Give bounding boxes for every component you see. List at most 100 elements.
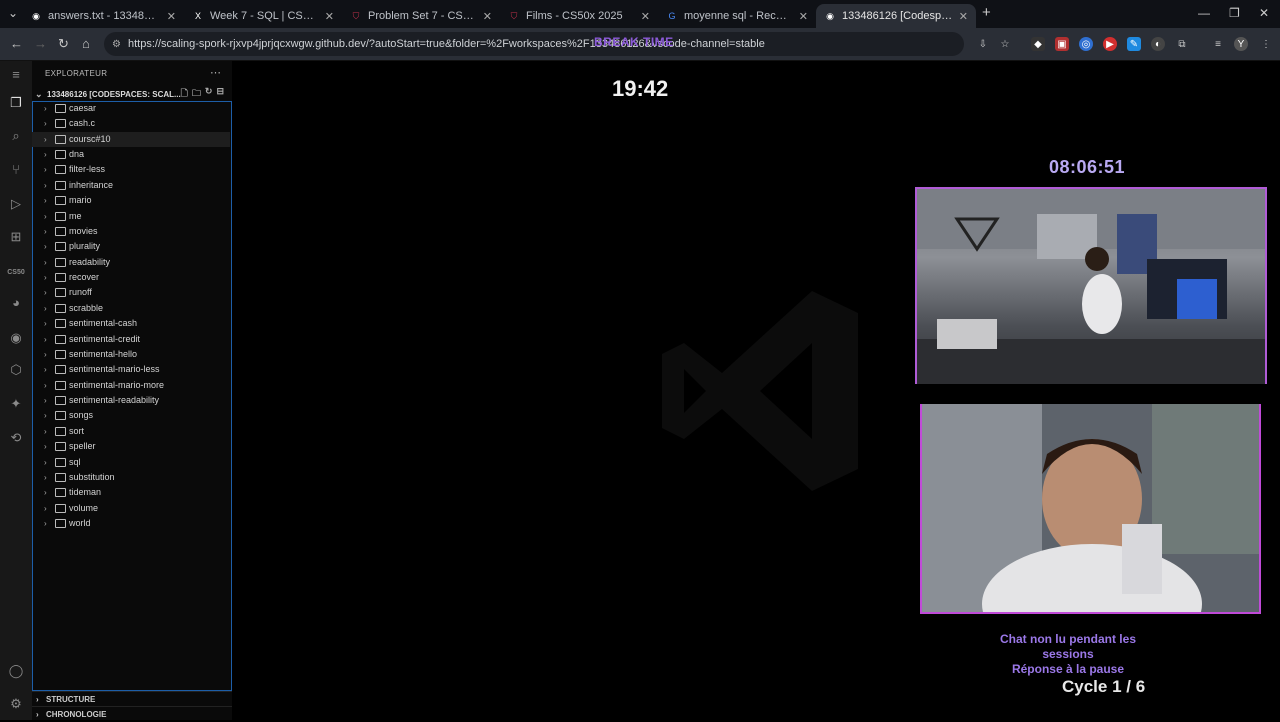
new-folder-icon[interactable]: 🗀 <box>192 86 201 102</box>
extensions-icon[interactable]: ⊞ <box>7 228 25 246</box>
folder-row[interactable]: › speller <box>32 439 230 454</box>
folder-name: caesar <box>69 103 97 113</box>
chevron-right-icon: › <box>44 211 47 221</box>
settings-gear-icon[interactable]: ⚙ <box>7 695 25 713</box>
menu-dots-icon[interactable]: ⋮ <box>1259 37 1273 51</box>
reload-icon[interactable]: ↻ <box>58 36 69 52</box>
folder-row[interactable]: › sentimental-credit <box>32 332 230 347</box>
folder-row[interactable]: › cash.c <box>32 116 230 131</box>
explorer-icon[interactable]: ❐ <box>7 94 25 112</box>
chevron-right-icon: › <box>44 503 47 513</box>
folder-row[interactable]: › movies <box>32 224 230 239</box>
folder-row[interactable]: › mario <box>32 193 230 208</box>
folder-name: dna <box>69 149 85 160</box>
new-file-icon[interactable]: 🗋 <box>181 86 188 102</box>
folder-row[interactable]: › sql <box>32 455 230 470</box>
extensions-puzzle-icon[interactable]: ⧉ <box>1175 37 1189 51</box>
close-tab-icon[interactable]: ✕ <box>483 10 492 23</box>
outline-section[interactable]: › STRUCTURE <box>32 691 232 707</box>
account-icon[interactable]: ◯ <box>7 662 25 680</box>
bookmark-star-icon[interactable]: ☆ <box>998 37 1012 51</box>
tab-google[interactable]: G moyenne sql - Recherche Google ✕ <box>658 4 816 28</box>
folder-row[interactable]: › sentimental-cash <box>32 316 230 331</box>
extension-icon[interactable]: ◆ <box>1031 37 1045 51</box>
more-actions-icon[interactable]: ⋯ <box>210 66 221 79</box>
tab-codespace-active[interactable]: ◉ 133486126 [Codespaces: scaling...] ✕ <box>816 4 976 28</box>
cs50-icon[interactable]: CS50 <box>7 264 25 282</box>
chevron-right-icon: › <box>36 695 39 704</box>
tab-films[interactable]: ⛉ Films - CS50x 2025 ✕ <box>500 4 658 28</box>
folder-row[interactable]: › substitution <box>32 470 230 485</box>
minimize-icon[interactable]: — <box>1198 6 1210 20</box>
google-icon: G <box>668 11 676 21</box>
folder-row[interactable]: › sort <box>32 424 230 439</box>
run-debug-icon[interactable]: ▷ <box>7 195 25 213</box>
folder-row[interactable]: › songs <box>32 408 230 423</box>
close-tab-icon[interactable]: ✕ <box>959 10 968 23</box>
restore-icon[interactable]: ❐ <box>1229 6 1240 20</box>
home-icon[interactable]: ⌂ <box>82 36 90 51</box>
folder-row[interactable]: › coursc#10 <box>32 131 230 147</box>
url-field[interactable]: ⚙ https://scaling-spork-rjxvp4jprjqcxwgw… <box>104 32 964 56</box>
site-info-icon[interactable]: ⚙ <box>112 39 121 50</box>
break-time-label: BREAK TIME <box>594 35 674 49</box>
folder-row[interactable]: › caesar <box>32 101 230 116</box>
folder-row[interactable]: › recover <box>32 270 230 285</box>
chevron-right-icon: › <box>44 242 47 252</box>
python-icon[interactable]: ✦ <box>7 395 25 413</box>
refresh-icon[interactable]: ↻ <box>205 86 213 102</box>
tab-week7[interactable]: X Week 7 - SQL | CS50x 2025 ? | ... ✕ <box>184 4 342 28</box>
forward-icon[interactable]: → <box>34 36 47 51</box>
folder-row[interactable]: › filter-less <box>32 162 230 177</box>
folder-icon <box>55 442 66 452</box>
extension-icon[interactable]: ✎ <box>1127 37 1141 51</box>
search-icon[interactable]: ⌕ <box>7 127 25 145</box>
folder-row[interactable]: › sentimental-readability <box>32 393 230 408</box>
containers-icon[interactable]: ⬡ <box>7 361 25 379</box>
profile-avatar-icon[interactable]: Y <box>1234 37 1248 51</box>
folder-row[interactable]: › dna <box>32 147 230 162</box>
extension-icon[interactable]: ▣ <box>1055 37 1069 51</box>
extension-icon[interactable]: ▶ <box>1103 37 1117 51</box>
close-tab-icon[interactable]: ✕ <box>641 10 650 23</box>
folder-name: plurality <box>69 241 101 252</box>
x-icon: X <box>194 11 201 21</box>
close-tab-icon[interactable]: ✕ <box>167 10 176 23</box>
chevron-right-icon: › <box>44 257 47 267</box>
github-icon[interactable]: ◉ <box>7 329 25 347</box>
folder-row[interactable]: › sentimental-hello <box>32 347 230 362</box>
folder-row[interactable]: › tideman <box>32 485 230 500</box>
tab-search-icon[interactable]: ⌄ <box>8 6 18 20</box>
extension-icon[interactable]: ◎ <box>1079 37 1093 51</box>
folder-row[interactable]: › sentimental-mario-more <box>32 378 230 393</box>
back-icon[interactable]: ← <box>10 36 23 51</box>
folder-icon <box>55 134 66 144</box>
close-tab-icon[interactable]: ✕ <box>799 10 808 23</box>
folder-icon <box>55 396 66 406</box>
folder-row[interactable]: › volume <box>32 501 230 516</box>
extension-icon[interactable]: ◐ <box>1151 37 1165 51</box>
collapse-all-icon[interactable]: ⊟ <box>216 86 224 102</box>
workspace-root[interactable]: ⌄ 133486126 [CODESPACES: SCAL... 🗋 🗀 ↻ ⊟ <box>32 86 232 102</box>
install-app-icon[interactable]: ⇩ <box>976 37 990 51</box>
new-tab-icon[interactable]: + <box>982 4 991 21</box>
folder-row[interactable]: › inheritance <box>32 178 230 193</box>
folder-row[interactable]: › me <box>32 209 230 224</box>
source-control-icon[interactable]: ⑂ <box>7 161 25 179</box>
reading-list-icon[interactable]: ≡ <box>1211 37 1225 51</box>
tab-problem-set[interactable]: ⛉ Problem Set 7 - CS50x 2025 ✕ <box>342 4 500 28</box>
folder-row[interactable]: › plurality <box>32 239 230 254</box>
menu-icon[interactable]: ≡ <box>7 66 25 84</box>
folder-row[interactable]: › sentimental-mario-less <box>32 362 230 377</box>
folder-row[interactable]: › world <box>32 516 230 531</box>
folder-row[interactable]: › readability <box>32 255 230 270</box>
folder-row[interactable]: › runoff <box>32 285 230 300</box>
activity-bar: ≡ ❐ ⌕ ⑂ ▷ ⊞ CS50 ◕ ◉ ⬡ ✦ ⟲ ◯ ⚙ <box>0 61 32 720</box>
folder-row[interactable]: › scrabble <box>32 301 230 316</box>
chevron-right-icon: › <box>44 442 47 452</box>
remote-icon[interactable]: ⟲ <box>7 429 25 447</box>
close-tab-icon[interactable]: ✕ <box>325 10 334 23</box>
tab-answers[interactable]: ◉ answers.txt - 133486126 [Codespaces: .… <box>22 4 184 28</box>
close-window-icon[interactable]: ✕ <box>1259 6 1269 20</box>
duck-debugger-icon[interactable]: ◕ <box>7 294 25 312</box>
